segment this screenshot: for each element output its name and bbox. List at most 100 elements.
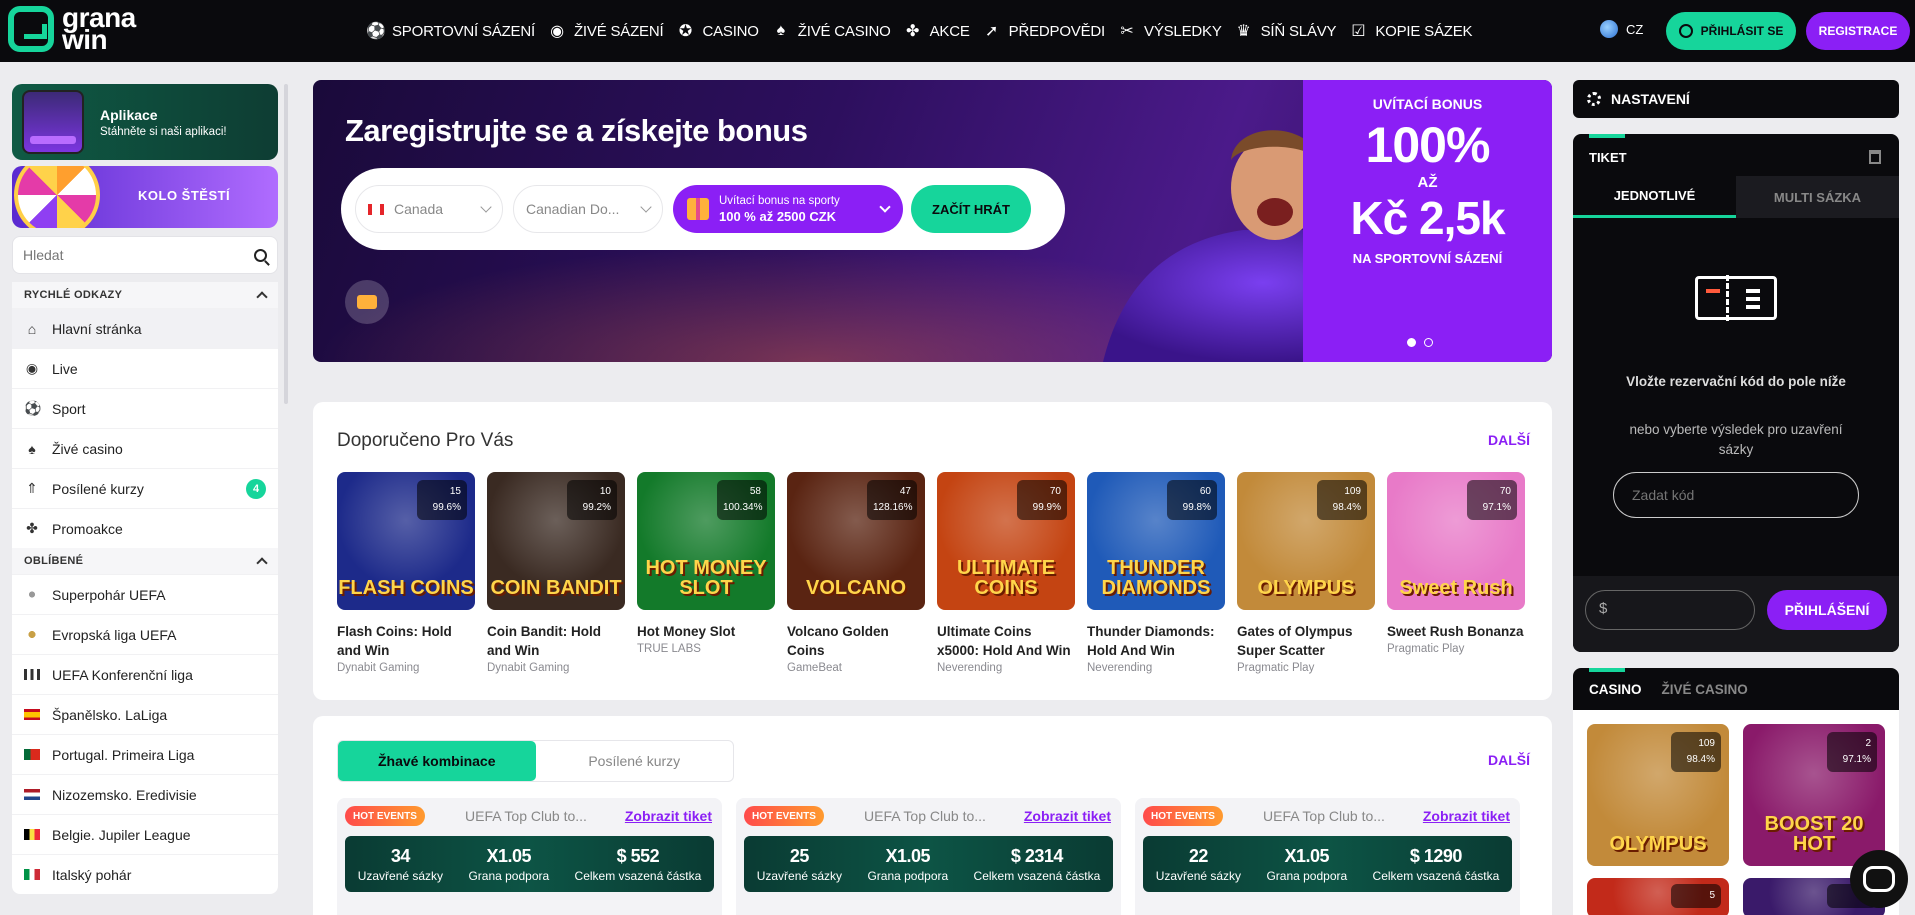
game-thumbnail[interactable]: 58 100.34% HOT MONEY SLOT xyxy=(637,472,775,610)
nav-item-1[interactable]: ◉ ŽIVÉ SÁZENÍ xyxy=(548,21,664,41)
wheel-of-fortune-card[interactable]: KOLO ŠTĚSTÍ xyxy=(12,166,278,228)
game-thumbnail[interactable]: 70 99.9% ULTIMATE COINS xyxy=(937,472,1075,610)
favorite-item-5[interactable]: Nizozemsko. Eredivisie xyxy=(12,774,278,814)
game-card[interactable]: 15 99.6% FLASH COINS Flash Coins: Hold and … xyxy=(337,472,475,674)
view-ticket-link[interactable]: Zobrazit tiket xyxy=(1423,808,1510,824)
bonus-select[interactable]: Uvítací bonus na sporty 100 % až 2500 CZ… xyxy=(673,185,903,233)
favorite-item-0[interactable]: Superpohár UEFA xyxy=(12,574,278,614)
game-thumbnail[interactable]: 60 99.8% THUNDER DIAMONDS xyxy=(1087,472,1225,610)
favorite-label: Superpohár UEFA xyxy=(52,586,166,603)
game-thumbnail[interactable]: 109 98.4% OLYMPUS xyxy=(1237,472,1375,610)
game-thumbnail[interactable]: 15 99.6% FLASH COINS xyxy=(337,472,475,610)
sidebar-item-2[interactable]: ⚽ Sport xyxy=(12,388,278,428)
players-count: 60 xyxy=(1199,486,1211,497)
game-stats: 2 97.1% xyxy=(1827,732,1877,772)
settings-bar[interactable]: NASTAVENÍ xyxy=(1573,80,1899,118)
carousel-dot[interactable] xyxy=(1407,338,1416,347)
app-download-card[interactable]: Aplikace Stáhněte si naši aplikaci! xyxy=(12,84,278,160)
game-card[interactable]: 47 128.16% VOLCANO Volcano Golden Coins Game… xyxy=(787,472,925,674)
tab-casino[interactable]: CASINO xyxy=(1589,682,1642,697)
fortune-wheel-icon xyxy=(14,166,100,228)
live-ball-icon: ◉ xyxy=(550,23,564,40)
nav-item-4[interactable]: ✤ AKCE xyxy=(904,21,970,41)
sidebar-item-0[interactable]: ⌂ Hlavní stránka xyxy=(12,308,278,348)
combo-stat-value: $ 2314 xyxy=(1010,845,1064,866)
sidebar-item-3[interactable]: ♠ Živé casino xyxy=(12,428,278,468)
copy-icon: ☑ xyxy=(1351,23,1366,40)
cursor-icon: ➚ xyxy=(985,23,999,40)
bet-slip-login-button[interactable]: PŘIHLÁŠENÍ xyxy=(1767,590,1887,630)
sidebar-item-5[interactable]: ✤ Promoakce xyxy=(12,508,278,548)
game-card[interactable]: 58 100.34% HOT MONEY SLOT Hot Money Slot TRU… xyxy=(637,472,775,674)
quick-links-header[interactable]: RYCHLÉ ODKAZY xyxy=(12,282,278,308)
settings-label: NASTAVENÍ xyxy=(1611,91,1690,107)
game-thumbnail[interactable]: 10 99.2% COIN BANDIT xyxy=(487,472,625,610)
nav-item-7[interactable]: ♛ SÍŇ SLÁVY xyxy=(1235,21,1337,41)
tab-live-casino[interactable]: ŽIVÉ CASINO xyxy=(1662,682,1748,697)
tab-multi[interactable]: MULTI SÁZKA xyxy=(1736,176,1899,218)
game-provider: Pragmatic Play xyxy=(1387,643,1465,655)
sidebar-item-1[interactable]: ◉ Live xyxy=(12,348,278,388)
register-button[interactable]: REGISTRACE xyxy=(1806,12,1910,50)
search-input[interactable] xyxy=(23,247,223,263)
search-box xyxy=(12,236,278,274)
nav-item-3[interactable]: ♠ ŽIVÉ CASINO xyxy=(772,22,891,40)
tab-boosted-odds[interactable]: Posílené kurzy xyxy=(536,741,734,781)
favorite-item-7[interactable]: Italský pohár xyxy=(12,854,278,894)
trash-icon[interactable] xyxy=(1869,150,1881,164)
favorite-item-3[interactable]: Španělsko. LaLiga xyxy=(12,694,278,734)
favorite-item-4[interactable]: Portugal. Primeira Liga xyxy=(12,734,278,774)
view-ticket-link[interactable]: Zobrazit tiket xyxy=(1024,808,1111,824)
casino-game-card[interactable]: 5 xyxy=(1587,878,1729,915)
booking-code-input[interactable] xyxy=(1613,472,1859,518)
casino-game-card[interactable]: 2 97.1% BOOST 20 HOT xyxy=(1743,724,1885,866)
search-icon[interactable] xyxy=(254,248,267,262)
country-select[interactable]: Canada xyxy=(355,185,503,233)
welcome-bonus-panel[interactable]: UVÍTACÍ BONUS 100% AŽ Kč 2,5k NA SPORTOV… xyxy=(1303,80,1552,362)
game-card[interactable]: 70 99.9% ULTIMATE COINS Ultimate Coins x500… xyxy=(937,472,1075,674)
combo-stat-value: $ 552 xyxy=(616,845,660,866)
favorite-item-6[interactable]: Belgie. Jupiler League xyxy=(12,814,278,854)
game-provider: GameBeat xyxy=(787,662,842,674)
tab-hot-combos[interactable]: Žhavé kombinace xyxy=(338,741,536,781)
casino-game-card[interactable]: 109 98.4% OLYMPUS xyxy=(1587,724,1729,866)
more-link[interactable]: DALŠÍ xyxy=(1488,752,1530,768)
nav-item-5[interactable]: ➚ PŘEDPOVĚDI xyxy=(983,21,1105,41)
game-card[interactable]: 70 97.1% Sweet Rush Sweet Rush Bonanza Pragm… xyxy=(1387,472,1525,674)
sidebar-scrollbar[interactable] xyxy=(284,84,288,404)
grana-win-logo[interactable]: grana win xyxy=(8,4,136,54)
nav-item-0[interactable]: ⚽ SPORTOVNÍ SÁZENÍ xyxy=(366,21,535,41)
game-thumbnail[interactable]: 47 128.16% VOLCANO xyxy=(787,472,925,610)
nav-item-2[interactable]: ✪ CASINO xyxy=(676,21,759,41)
bet-slip: TIKET JEDNOTLIVÉ MULTI SÁZKA Vložte reze… xyxy=(1573,134,1899,652)
currency-select[interactable]: Canadian Do... xyxy=(513,185,663,233)
hot-events-badge: HOT EVENTS xyxy=(1143,806,1223,826)
wallet-icon[interactable] xyxy=(345,280,389,324)
sidebar-item-4[interactable]: ⇑ Posílené kurzy 4 xyxy=(12,468,278,508)
game-card[interactable]: 10 99.2% COIN BANDIT Coin Bandit: Hold and … xyxy=(487,472,625,674)
rtp-value: 99.6% xyxy=(432,502,461,513)
login-button[interactable]: PŘIHLÁSIT SE xyxy=(1666,12,1796,50)
chat-icon[interactable] xyxy=(1850,850,1908,908)
tab-single[interactable]: JEDNOTLIVÉ xyxy=(1573,176,1736,218)
hot-events-badge: HOT EVENTS xyxy=(345,806,425,826)
combo-stat-label: Celkem vsazená částka xyxy=(574,868,702,883)
combo-stat-value: 34 xyxy=(390,845,411,866)
combo-stat: X1.05 Grana podpora xyxy=(468,846,549,883)
carousel-dot[interactable] xyxy=(1424,338,1433,347)
combo-stats: 34 Uzavřené sázky X1.05 Grana podpora $ 552 C… xyxy=(345,836,714,892)
nav-item-6[interactable]: ✂ VÝSLEDKY xyxy=(1118,21,1221,41)
nav-item-8[interactable]: ☑ KOPIE SÁZEK xyxy=(1349,21,1472,41)
flag-icon xyxy=(24,669,40,680)
stake-input[interactable] xyxy=(1585,590,1755,630)
language-selector[interactable]: CZ xyxy=(1600,20,1643,38)
game-card[interactable]: 60 99.8% THUNDER DIAMONDS Thunder Diamonds:… xyxy=(1087,472,1225,674)
game-card[interactable]: 109 98.4% OLYMPUS Gates of Olympus Super Sc… xyxy=(1237,472,1375,674)
start-playing-button[interactable]: ZAČÍT HRÁT xyxy=(911,185,1031,233)
favorite-item-1[interactable]: Evropská liga UEFA xyxy=(12,614,278,654)
game-thumbnail[interactable]: 70 97.1% Sweet Rush xyxy=(1387,472,1525,610)
view-ticket-link[interactable]: Zobrazit tiket xyxy=(625,808,712,824)
favorites-header[interactable]: OBLÍBENÉ xyxy=(12,548,278,574)
favorite-item-2[interactable]: UEFA Konferenční liga xyxy=(12,654,278,694)
more-link[interactable]: DALŠÍ xyxy=(1488,432,1530,448)
